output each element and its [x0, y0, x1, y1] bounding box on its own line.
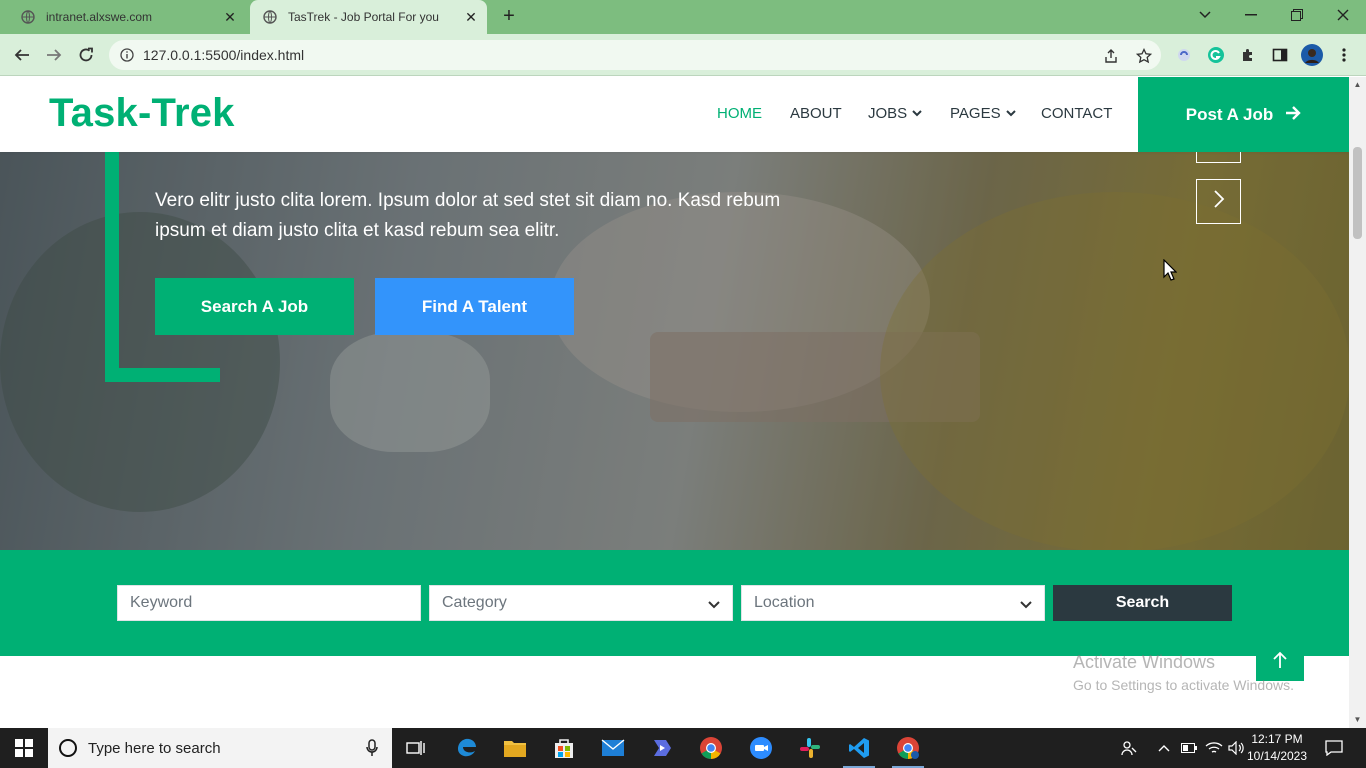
taskbar-search-placeholder: Type here to search: [88, 739, 221, 757]
activate-windows-title: Activate Windows: [1073, 652, 1216, 672]
scrollbar-thumb[interactable]: [1353, 147, 1362, 239]
extension-icon[interactable]: [1173, 44, 1195, 66]
category-select[interactable]: Category: [429, 585, 733, 621]
taskbar-search-box[interactable]: Type here to search: [48, 728, 392, 768]
edge-browser-icon[interactable]: [443, 728, 491, 768]
arrow-right-icon: [1285, 104, 1301, 125]
task-view-icon[interactable]: [392, 728, 440, 768]
nav-home[interactable]: HOME: [717, 105, 762, 122]
chevron-down-icon: [912, 109, 922, 119]
site-logo[interactable]: Task-Trek: [49, 91, 235, 136]
page-scrollbar[interactable]: ▲ ▼: [1349, 77, 1366, 728]
wifi-icon[interactable]: [1202, 728, 1226, 768]
new-tab-icon[interactable]: +: [498, 5, 520, 27]
slack-icon[interactable]: [786, 728, 834, 768]
mail-icon[interactable]: [589, 728, 637, 768]
search-button[interactable]: Search: [1053, 585, 1232, 621]
zoom-icon[interactable]: [737, 728, 785, 768]
browser-tab-active[interactable]: TasTrek - Job Portal For you ✕: [250, 0, 487, 34]
hero-accent-vertical: [105, 152, 119, 382]
page-viewport: Vero elitr justo clita lorem. Ipsum dolo…: [0, 77, 1349, 728]
chrome-icon[interactable]: [687, 728, 735, 768]
scroll-up-icon[interactable]: ▲: [1353, 80, 1362, 89]
nav-about[interactable]: ABOUT: [790, 105, 842, 122]
hero-accent-horizontal: [105, 368, 220, 382]
chevron-up-icon[interactable]: [1154, 728, 1174, 768]
globe-icon: [262, 9, 278, 25]
nav-jobs[interactable]: JOBS: [868, 105, 922, 122]
vscode-icon[interactable]: [835, 728, 883, 768]
chevron-down-icon: [1020, 596, 1032, 614]
file-explorer-icon[interactable]: [491, 728, 539, 768]
microphone-icon[interactable]: [366, 739, 378, 757]
activate-windows-subtitle: Go to Settings to activate Windows.: [1073, 677, 1294, 693]
battery-icon[interactable]: [1178, 728, 1200, 768]
extensions-puzzle-icon[interactable]: [1237, 44, 1259, 66]
clock-time: 12:17 PM: [1251, 732, 1303, 746]
browser-toolbar: 127.0.0.1:5500/index.html: [0, 34, 1366, 76]
back-icon[interactable]: [9, 42, 35, 68]
chevron-right-icon: [1213, 189, 1225, 214]
nav-pages[interactable]: PAGES: [950, 105, 1016, 122]
back-to-top-button[interactable]: [1256, 643, 1304, 681]
url-text: 127.0.0.1:5500/index.html: [143, 47, 305, 63]
close-tab-icon[interactable]: ✕: [220, 9, 240, 26]
browser-tab-bar: intranet.alxswe.com ✕ TasTrek - Job Port…: [0, 0, 1366, 34]
side-panel-icon[interactable]: [1269, 44, 1291, 66]
location-select[interactable]: Location: [741, 585, 1045, 621]
find-a-talent-button[interactable]: Find A Talent: [375, 278, 574, 335]
chevron-down-icon: [708, 596, 720, 614]
system-clock[interactable]: 12:17 PM 10/14/2023: [1244, 731, 1310, 765]
reload-icon[interactable]: [73, 42, 99, 68]
hero-carousel: Vero elitr justo clita lorem. Ipsum dolo…: [0, 152, 1349, 550]
address-bar[interactable]: 127.0.0.1:5500/index.html: [109, 40, 1161, 70]
windows-taskbar: Type here to search 12:17 PM 10/14/2023: [0, 728, 1366, 768]
minimize-icon[interactable]: [1228, 0, 1274, 30]
mouse-cursor-icon: [1163, 258, 1178, 286]
keyword-input[interactable]: Keyword: [117, 585, 421, 621]
tab-title: TasTrek - Job Portal For you: [288, 10, 439, 24]
forward-icon[interactable]: [41, 42, 67, 68]
people-icon[interactable]: [1117, 728, 1141, 768]
post-a-job-button[interactable]: Post A Job: [1138, 77, 1349, 152]
close-window-icon[interactable]: [1320, 0, 1366, 30]
nav-contact[interactable]: CONTACT: [1041, 105, 1112, 122]
notifications-icon[interactable]: [1320, 728, 1348, 768]
chrome-profile-icon[interactable]: [884, 728, 932, 768]
tab-search-icon[interactable]: [1182, 0, 1228, 30]
share-icon[interactable]: [1101, 46, 1121, 66]
video-editor-icon[interactable]: [638, 728, 686, 768]
tab-title: intranet.alxswe.com: [46, 10, 153, 24]
windows-start-icon[interactable]: [0, 728, 48, 768]
clock-date: 10/14/2023: [1246, 749, 1308, 763]
carousel-prev-button[interactable]: [1196, 152, 1241, 163]
search-icon: [58, 738, 78, 758]
info-icon[interactable]: [119, 48, 135, 62]
restore-icon[interactable]: [1274, 0, 1320, 30]
carousel-next-button[interactable]: [1196, 179, 1241, 224]
close-tab-icon[interactable]: ✕: [461, 9, 481, 26]
search-a-job-button[interactable]: Search A Job: [155, 278, 354, 335]
globe-icon: [20, 9, 36, 25]
more-menu-icon[interactable]: [1333, 44, 1355, 66]
profile-avatar[interactable]: [1301, 44, 1323, 66]
scroll-down-icon[interactable]: ▼: [1353, 715, 1362, 724]
store-icon[interactable]: [540, 728, 588, 768]
hero-text: Vero elitr justo clita lorem. Ipsum dolo…: [155, 190, 781, 241]
bookmark-star-icon[interactable]: [1134, 46, 1154, 66]
site-navbar: Task-Trek HOME ABOUT JOBS PAGES CONTACT …: [0, 77, 1349, 152]
arrow-up-icon: [1273, 651, 1287, 674]
job-search-bar: Keyword Category Location Search: [0, 550, 1349, 656]
browser-tab[interactable]: intranet.alxswe.com ✕: [8, 0, 246, 34]
grammarly-icon[interactable]: [1205, 44, 1227, 66]
chevron-down-icon: [1005, 109, 1016, 119]
